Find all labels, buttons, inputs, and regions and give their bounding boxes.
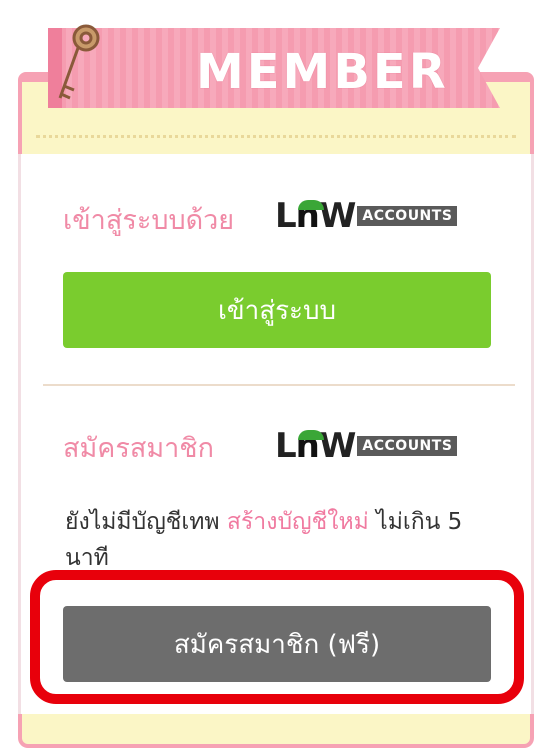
register-description: ยังไม่มีบัญชีเทพ สร้างบัญชีใหม่ ไม่เกิน …: [65, 504, 485, 576]
lnw-mark: LnW: [275, 196, 356, 236]
section-divider: [43, 384, 515, 386]
accounts-badge: ACCOUNTS: [357, 206, 458, 226]
stitch-line: [36, 135, 516, 138]
card-footer: [18, 714, 534, 748]
login-button[interactable]: เข้าสู่ระบบ: [63, 272, 491, 348]
lnw-mark: LnW: [275, 426, 356, 466]
member-ribbon: MEMBER: [48, 20, 500, 116]
lnw-accounts-logo: LnW ACCOUNTS: [275, 196, 458, 236]
member-header: MEMBER: [0, 0, 554, 160]
create-account-link[interactable]: สร้างบัญชีใหม่: [227, 509, 369, 535]
login-heading: เข้าสู่ระบบด้วย: [63, 205, 235, 236]
key-icon: [58, 24, 100, 100]
member-title: MEMBER: [196, 44, 449, 100]
accounts-badge: ACCOUNTS: [357, 436, 458, 456]
register-button[interactable]: สมัครสมาชิก (ฟรี): [63, 606, 491, 682]
desc-prefix: ยังไม่มีบัญชีเทพ: [65, 509, 220, 535]
member-card: เข้าสู่ระบบด้วย LnW ACCOUNTS เข้าสู่ระบบ…: [18, 154, 534, 714]
register-heading: สมัครสมาชิก: [63, 433, 214, 464]
lnw-accounts-logo-register: LnW ACCOUNTS: [275, 426, 458, 466]
